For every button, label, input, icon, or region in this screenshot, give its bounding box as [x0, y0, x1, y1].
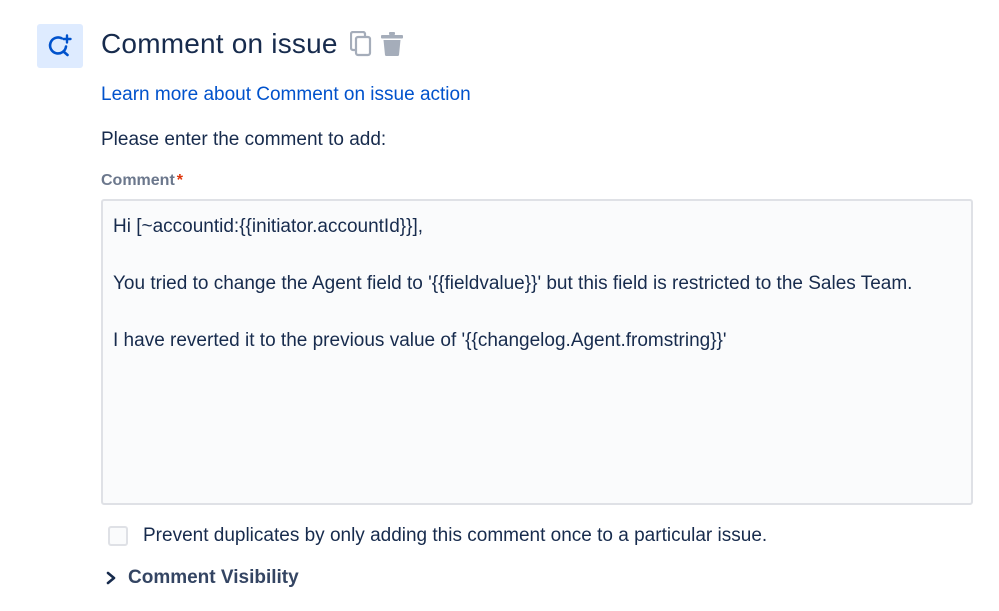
prevent-duplicates-label[interactable]: Prevent duplicates by only adding this c… — [143, 525, 767, 547]
chevron-right-icon — [106, 571, 116, 585]
copy-icon[interactable] — [349, 31, 372, 57]
comment-action-icon — [37, 24, 83, 68]
prevent-duplicates-row: Prevent duplicates by only adding this c… — [108, 525, 767, 547]
comment-field-label: Comment * — [101, 172, 183, 190]
comment-label-text: Comment — [101, 172, 175, 189]
comment-line — [113, 242, 961, 271]
trash-icon[interactable] — [380, 31, 404, 57]
comment-add-icon — [48, 34, 72, 57]
comment-line: You tried to change the Agent field to '… — [113, 273, 913, 294]
comment-line: I have reverted it to the previous value… — [113, 330, 727, 351]
comment-textarea[interactable]: Hi [~accountid:{{initiator.accountId}}],… — [101, 199, 973, 505]
prevent-duplicates-checkbox[interactable] — [108, 526, 128, 546]
learn-more-link[interactable]: Learn more about Comment on issue action — [101, 84, 471, 106]
action-header: Comment on issue — [101, 28, 404, 60]
comment-visibility-label: Comment Visibility — [128, 567, 299, 588]
comment-prompt: Please enter the comment to add: — [101, 129, 387, 150]
comment-visibility-toggle[interactable]: Comment Visibility — [104, 567, 299, 589]
required-indicator: * — [176, 172, 184, 189]
comment-line: Hi [~accountid:{{initiator.accountId}}], — [113, 216, 424, 237]
comment-line — [113, 299, 961, 328]
action-title: Comment on issue — [101, 28, 338, 59]
